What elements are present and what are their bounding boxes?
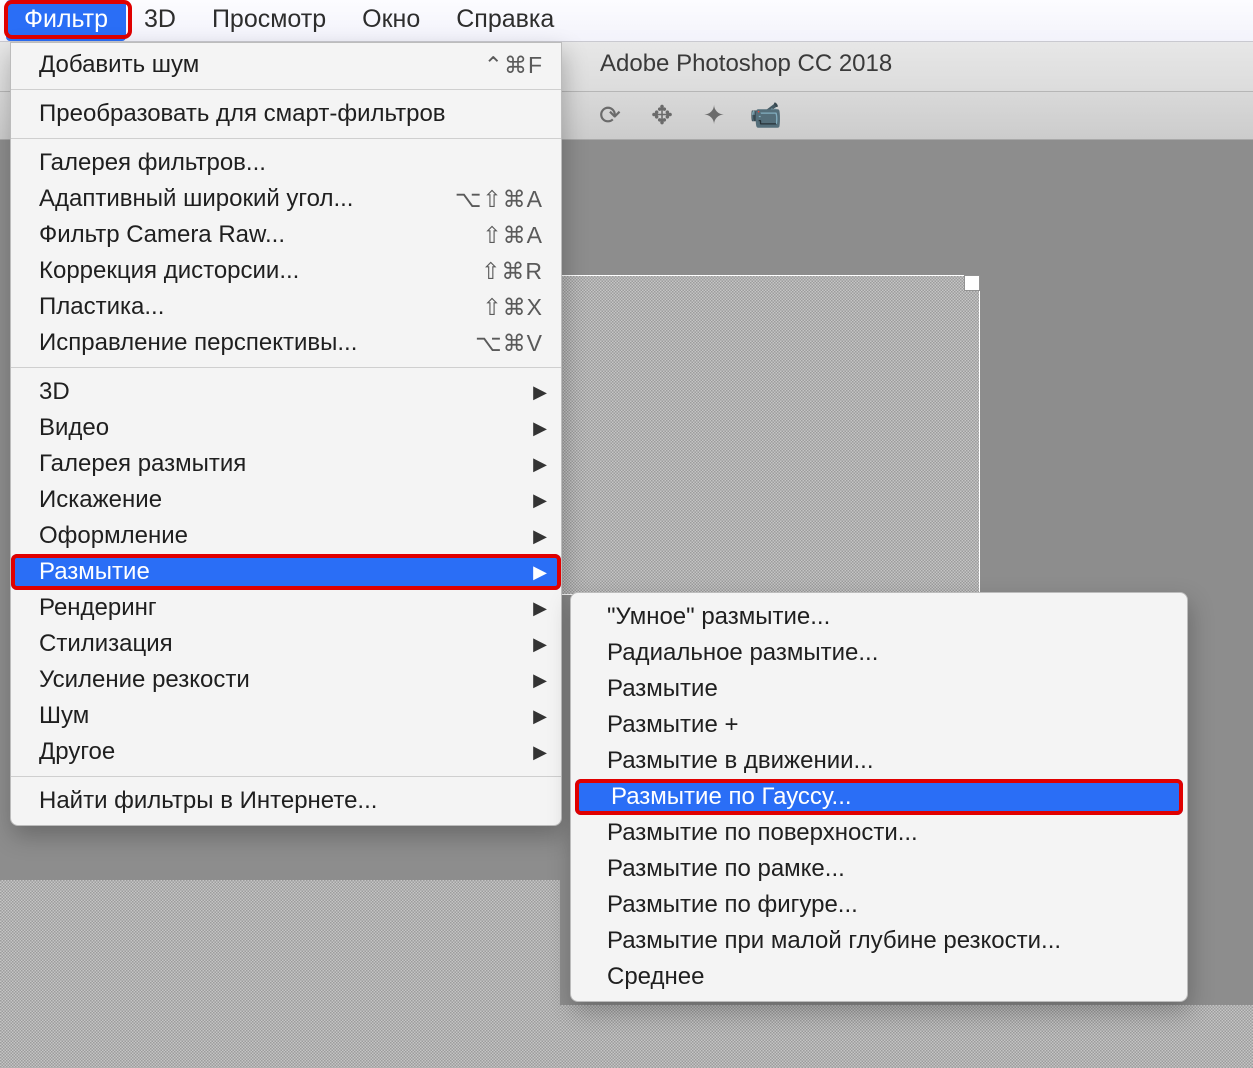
menu-item-label: Искажение [39, 486, 543, 514]
blur-submenu: "Умное" размытие... Радиальное размытие.… [570, 592, 1188, 1002]
menu-item-label: Галерея размытия [39, 450, 543, 478]
submenu-item-lens-blur[interactable]: Размытие при малой глубине резкости... [571, 923, 1187, 959]
menu-item-shortcut: ⌃⌘F [484, 52, 543, 79]
menu-item-label: Исправление перспективы... [39, 329, 475, 357]
chevron-right-icon: ▶ [533, 382, 547, 403]
menubar-item-window[interactable]: Окно [344, 0, 438, 41]
submenu-item-label: Радиальное размытие... [607, 639, 878, 667]
menubar-item-filter[interactable]: Фильтр [6, 0, 126, 41]
chevron-right-icon: ▶ [533, 562, 547, 583]
menu-item-label: Преобразовать для смарт-фильтров [39, 100, 543, 128]
chevron-right-icon: ▶ [533, 526, 547, 547]
menu-item-distort[interactable]: Искажение ▶ [11, 482, 561, 518]
menubar: Фильтр 3D Просмотр Окно Справка [0, 0, 1253, 42]
submenu-item-box-blur[interactable]: Размытие по рамке... [571, 851, 1187, 887]
submenu-item-blur[interactable]: Размытие [571, 671, 1187, 707]
submenu-item-label: Размытие при малой глубине резкости... [607, 927, 1061, 955]
move-icon[interactable]: ✥ [647, 101, 677, 131]
menu-item-label: Коррекция дисторсии... [39, 257, 481, 285]
menu-item-noise[interactable]: Шум ▶ [11, 698, 561, 734]
menu-item-shortcut: ⇧⌘A [482, 222, 543, 249]
menu-item-render[interactable]: Рендеринг ▶ [11, 590, 561, 626]
menu-item-shortcut: ⌥⇧⌘A [455, 186, 543, 213]
menu-item-label: Добавить шум [39, 51, 484, 79]
submenu-item-gaussian-blur[interactable]: Размытие по Гауссу... [575, 779, 1183, 815]
menubar-item-help[interactable]: Справка [438, 0, 572, 41]
menu-item-blur[interactable]: Размытие ▶ [11, 554, 561, 590]
submenu-item-motion-blur[interactable]: Размытие в движении... [571, 743, 1187, 779]
submenu-item-label: Размытие по фигуре... [607, 891, 858, 919]
menu-item-label: Другое [39, 738, 543, 766]
submenu-item-label: Размытие по Гауссу... [611, 783, 852, 811]
menu-item-stylize[interactable]: Стилизация ▶ [11, 626, 561, 662]
menu-separator [11, 138, 561, 139]
submenu-item-surface-blur[interactable]: Размытие по поверхности... [571, 815, 1187, 851]
menu-item-other[interactable]: Другое ▶ [11, 734, 561, 770]
menu-item-convert-smart[interactable]: Преобразовать для смарт-фильтров [11, 96, 561, 132]
menu-item-label: Оформление [39, 522, 543, 550]
menu-item-add-noise[interactable]: Добавить шум ⌃⌘F [11, 47, 561, 83]
canvas-document-lower[interactable] [0, 880, 560, 1068]
chevron-right-icon: ▶ [533, 670, 547, 691]
chevron-right-icon: ▶ [533, 598, 547, 619]
menu-item-shortcut: ⇧⌘R [481, 258, 543, 285]
menu-item-label: Рендеринг [39, 594, 543, 622]
submenu-item-radial-blur[interactable]: Радиальное размытие... [571, 635, 1187, 671]
submenu-item-label: Размытие [607, 675, 718, 703]
submenu-item-label: Среднее [607, 963, 704, 991]
rotate-icon[interactable]: ⟳ [595, 101, 625, 131]
submenu-item-label: Размытие по поверхности... [607, 819, 918, 847]
submenu-item-shape-blur[interactable]: Размытие по фигуре... [571, 887, 1187, 923]
menu-item-liquify[interactable]: Пластика... ⇧⌘X [11, 289, 561, 325]
menu-separator [11, 367, 561, 368]
menu-item-video[interactable]: Видео ▶ [11, 410, 561, 446]
menu-item-camera-raw[interactable]: Фильтр Camera Raw... ⇧⌘A [11, 217, 561, 253]
submenu-item-label: Размытие по рамке... [607, 855, 845, 883]
menu-item-label: Фильтр Camera Raw... [39, 221, 482, 249]
menubar-item-3d[interactable]: 3D [126, 0, 194, 41]
menubar-item-view[interactable]: Просмотр [194, 0, 344, 41]
submenu-item-average[interactable]: Среднее [571, 959, 1187, 995]
menu-item-vanishing-point[interactable]: Исправление перспективы... ⌥⌘V [11, 325, 561, 361]
menu-item-label: Галерея фильтров... [39, 149, 543, 177]
menu-separator [11, 776, 561, 777]
canvas-document[interactable] [560, 275, 980, 595]
menu-item-adaptive-wide[interactable]: Адаптивный широкий угол... ⌥⇧⌘A [11, 181, 561, 217]
chevron-right-icon: ▶ [533, 706, 547, 727]
chevron-right-icon: ▶ [533, 490, 547, 511]
menu-item-label: Размытие [39, 558, 543, 586]
chevron-right-icon: ▶ [533, 454, 547, 475]
menu-item-shortcut: ⇧⌘X [482, 294, 543, 321]
menu-item-lens-correction[interactable]: Коррекция дисторсии... ⇧⌘R [11, 253, 561, 289]
menu-item-sharpen[interactable]: Усиление резкости ▶ [11, 662, 561, 698]
submenu-item-label: Размытие в движении... [607, 747, 874, 775]
submenu-item-smart-blur[interactable]: "Умное" размытие... [571, 599, 1187, 635]
menu-item-label: Найти фильтры в Интернете... [39, 787, 543, 815]
submenu-item-label: "Умное" размытие... [607, 603, 830, 631]
menu-item-label: Усиление резкости [39, 666, 543, 694]
menu-item-label: Видео [39, 414, 543, 442]
menu-item-shortcut: ⌥⌘V [475, 330, 543, 357]
canvas-document-right[interactable] [560, 1005, 1253, 1068]
filter-menu: Добавить шум ⌃⌘F Преобразовать для смарт… [10, 42, 562, 826]
chevron-right-icon: ▶ [533, 742, 547, 763]
chevron-right-icon: ▶ [533, 634, 547, 655]
menu-item-label: Шум [39, 702, 543, 730]
menu-item-blur-gallery[interactable]: Галерея размытия ▶ [11, 446, 561, 482]
menu-item-label: Пластика... [39, 293, 482, 321]
menu-item-filter-gallery[interactable]: Галерея фильтров... [11, 145, 561, 181]
chevron-right-icon: ▶ [533, 418, 547, 439]
menu-separator [11, 89, 561, 90]
menu-item-3d[interactable]: 3D ▶ [11, 374, 561, 410]
submenu-item-label: Размытие + [607, 711, 738, 739]
orbit-icon[interactable]: ✦ [699, 101, 729, 131]
menu-item-label: Стилизация [39, 630, 543, 658]
app-title: Adobe Photoshop CC 2018 [600, 50, 892, 78]
camera-icon[interactable]: 📹 [751, 101, 781, 131]
submenu-item-blur-more[interactable]: Размытие + [571, 707, 1187, 743]
menu-item-label: Адаптивный широкий угол... [39, 185, 455, 213]
menu-item-browse-filters[interactable]: Найти фильтры в Интернете... [11, 783, 561, 819]
menu-item-label: 3D [39, 378, 543, 406]
menu-item-pixelate[interactable]: Оформление ▶ [11, 518, 561, 554]
